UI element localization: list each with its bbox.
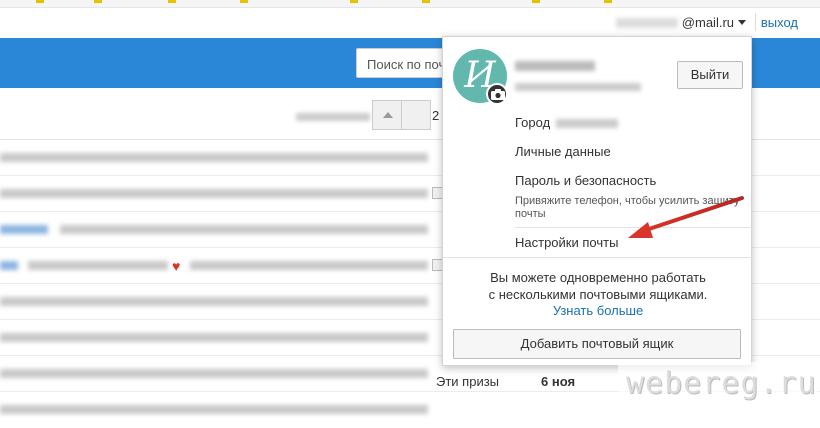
- menu-item-city-label: Город: [515, 115, 551, 130]
- decor-dash: [604, 0, 612, 3]
- user-name-blurred: [515, 61, 595, 71]
- user-email-blurred: [515, 83, 641, 91]
- decor-dash: [36, 0, 44, 3]
- mail-preview-blurred: [190, 261, 428, 270]
- account-menu-toggle[interactable]: @mail.ru: [615, 15, 746, 30]
- mail-preview-blurred: [0, 297, 428, 306]
- divider: [515, 227, 753, 228]
- mail-preview-blurred: [0, 189, 428, 198]
- mail-preview-blurred: [0, 153, 428, 162]
- multi-mailbox-info-line1: Вы можете одновременно работать: [490, 270, 706, 285]
- account-login-blurred: [615, 17, 678, 28]
- menu-item-city[interactable]: Город: [515, 115, 619, 130]
- heart-icon: ♥: [172, 258, 181, 274]
- watermark: webereg.ru: [618, 362, 818, 408]
- menu-item-mail-settings[interactable]: Настройки почты: [515, 235, 618, 250]
- logout-link[interactable]: выход: [761, 15, 798, 30]
- multi-mailbox-info-line2: с несколькими почтовыми ящиками.: [488, 287, 708, 302]
- arrow-up-icon: [383, 112, 393, 118]
- search-input[interactable]: Поиск по почте: [356, 48, 446, 78]
- menu-item-password-security[interactable]: Пароль и безопасность: [515, 173, 656, 188]
- mail-preview-blurred: [0, 333, 428, 342]
- pager-next-button[interactable]: [401, 100, 431, 130]
- account-domain: @mail.ru: [681, 15, 734, 30]
- decor-dash: [350, 0, 358, 3]
- mail-preview-blurred: [60, 225, 428, 234]
- decor-dash: [532, 0, 540, 3]
- decor-dash: [168, 0, 176, 3]
- city-value-blurred: [556, 119, 619, 129]
- top-strip: [0, 0, 820, 8]
- password-hint: Привяжите телефон, чтобы усилить защиту …: [515, 195, 740, 220]
- mail-preview-blurred: [28, 261, 168, 270]
- camera-glyph: [491, 89, 505, 100]
- camera-icon[interactable]: [486, 83, 508, 105]
- mail-subject: Эти призы: [436, 374, 500, 389]
- mail-date: 6 ноя: [541, 374, 576, 389]
- account-dropdown: И Выйти Город Личные данные Пароль и без…: [442, 36, 753, 366]
- divider: [443, 257, 753, 258]
- pager-range-blurred: [296, 113, 370, 121]
- multi-mailbox-info: Вы можете одновременно работать с нескол…: [443, 269, 753, 303]
- decor-dash: [422, 0, 430, 3]
- decor-dash: [94, 0, 102, 3]
- mail-preview-blurred: [0, 369, 428, 378]
- mail-sender-blurred: [0, 225, 48, 234]
- divider: [755, 13, 756, 31]
- pager-prev-button[interactable]: [372, 100, 402, 130]
- mail-sender-blurred: [0, 261, 18, 270]
- menu-item-personal-data[interactable]: Личные данные: [515, 144, 611, 159]
- pager-number: 2: [432, 108, 440, 123]
- caret-down-icon: [738, 20, 746, 25]
- decor-dash: [240, 0, 248, 3]
- mail-preview-blurred: [0, 405, 428, 414]
- add-mailbox-button[interactable]: Добавить почтовый ящик: [453, 329, 741, 359]
- learn-more-link[interactable]: Узнать больше: [443, 303, 753, 318]
- exit-button[interactable]: Выйти: [677, 61, 743, 89]
